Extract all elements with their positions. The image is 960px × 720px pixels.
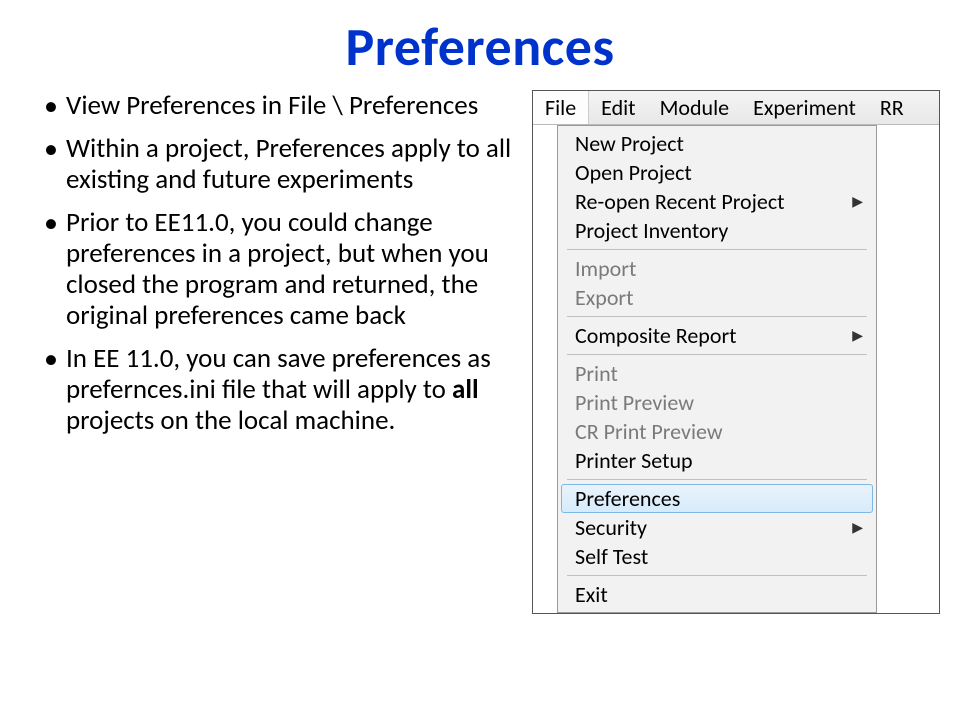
- menu-item-printer-setup[interactable]: Printer Setup: [561, 446, 873, 475]
- menu-item-label: Self Test: [575, 543, 648, 570]
- chevron-right-icon: ▶: [852, 327, 863, 344]
- menu-item-composite-report[interactable]: Composite Report ▶: [561, 321, 873, 350]
- bullet-text: projects on the local machine.: [66, 404, 395, 437]
- menu-item-label: Re-open Recent Project: [575, 188, 785, 215]
- menu-item-project-inventory[interactable]: Project Inventory: [561, 216, 873, 245]
- bullet-item: Within a project, Preferences apply to a…: [40, 133, 514, 195]
- menu-item-label: Print Preview: [575, 389, 694, 416]
- bullet-text: Within a project, Preferences apply to a…: [66, 132, 511, 196]
- menubar-item-experiment[interactable]: Experiment: [741, 91, 868, 124]
- menu-item-export: Export: [561, 283, 873, 312]
- menu-screenshot: FileEditModuleExperimentRR New ProjectOp…: [524, 90, 940, 614]
- bullet-item: Prior to EE11.0, you could change prefer…: [40, 207, 514, 331]
- menu-separator: [567, 354, 867, 355]
- menu-item-label: Security: [575, 514, 647, 541]
- bullet-text: View Preferences in File \ Preferences: [66, 89, 478, 122]
- menu-item-self-test[interactable]: Self Test: [561, 542, 873, 571]
- menu-separator: [567, 249, 867, 250]
- menu-item-label: Print: [575, 360, 618, 387]
- menu-item-label: New Project: [575, 130, 684, 157]
- menu-separator: [567, 575, 867, 576]
- bullet-text: Prior to EE11.0, you could change prefer…: [66, 206, 489, 332]
- bullet-item: View Preferences in File \ Preferences: [40, 90, 514, 121]
- menu-item-exit[interactable]: Exit: [561, 580, 873, 609]
- menu-item-label: Preferences: [575, 485, 680, 512]
- bullet-list: View Preferences in File \ Preferences Wi…: [40, 90, 524, 614]
- menu-item-open-project[interactable]: Open Project: [561, 158, 873, 187]
- menu-item-label: CR Print Preview: [575, 418, 723, 445]
- slide-content: View Preferences in File \ Preferences Wi…: [0, 90, 960, 614]
- menu-item-label: Composite Report: [575, 322, 736, 349]
- menu-item-label: Project Inventory: [575, 217, 728, 244]
- menu-separator: [567, 316, 867, 317]
- menubar-item-file[interactable]: File: [533, 91, 589, 124]
- menu-item-label: Open Project: [575, 159, 692, 186]
- menubar-item-module[interactable]: Module: [648, 91, 742, 124]
- bullet-text-bold: all: [452, 373, 479, 406]
- menu-item-label: Exit: [575, 581, 608, 608]
- menu-item-label: Import: [575, 255, 636, 282]
- menu-item-label: Printer Setup: [575, 447, 693, 474]
- chevron-right-icon: ▶: [852, 193, 863, 210]
- menubar-item-rr[interactable]: RR: [868, 91, 916, 124]
- menu-item-import: Import: [561, 254, 873, 283]
- menu-separator: [567, 479, 867, 480]
- bullet-item: In EE 11.0, you can save preferences as …: [40, 343, 514, 436]
- menu-item-preferences[interactable]: Preferences: [561, 484, 873, 513]
- menubar-item-edit[interactable]: Edit: [589, 91, 647, 124]
- menubar: FileEditModuleExperimentRR: [533, 91, 939, 125]
- menu-item-print-preview: Print Preview: [561, 388, 873, 417]
- chevron-right-icon: ▶: [852, 519, 863, 536]
- bullet-text: In EE 11.0, you can save preferences as …: [66, 342, 491, 406]
- menu-item-security[interactable]: Security ▶: [561, 513, 873, 542]
- menu-item-new-project[interactable]: New Project: [561, 129, 873, 158]
- slide-title: Preferences: [0, 0, 960, 90]
- menu-item-label: Export: [575, 284, 633, 311]
- file-dropdown-menu: New ProjectOpen ProjectRe-open Recent Pr…: [557, 125, 877, 613]
- menu-item-cr-print-preview: CR Print Preview: [561, 417, 873, 446]
- menu-item-print: Print: [561, 359, 873, 388]
- menu-item-re-open-recent-project[interactable]: Re-open Recent Project ▶: [561, 187, 873, 216]
